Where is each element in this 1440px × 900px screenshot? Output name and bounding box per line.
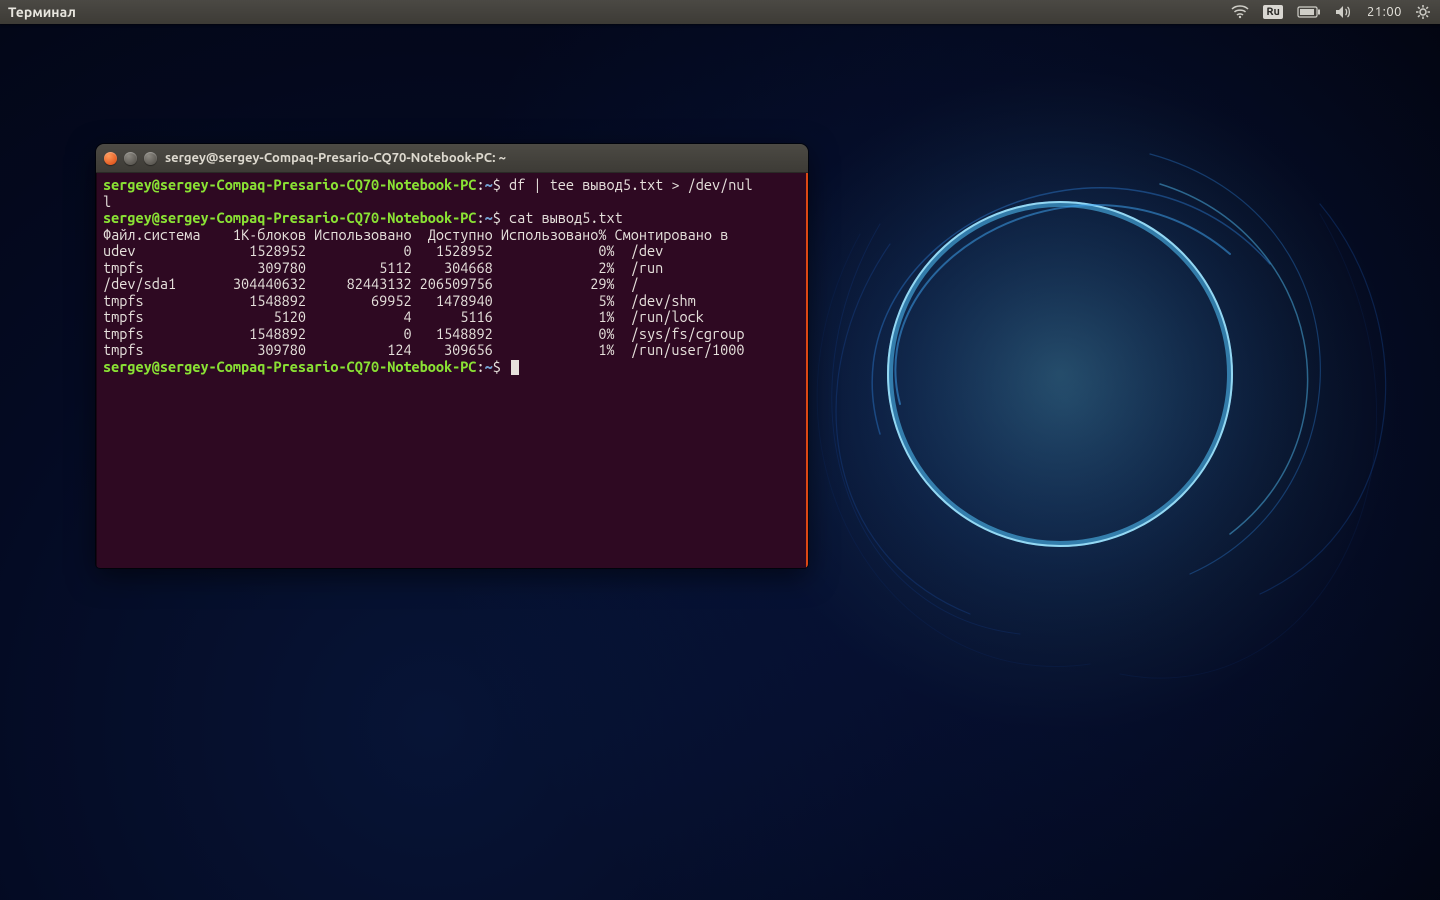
terminal-titlebar[interactable]: sergey@sergey-Compaq-Presario-CQ70-Noteb…	[96, 144, 808, 173]
terminal-cursor	[511, 360, 519, 375]
wallpaper-swirl	[760, 74, 1410, 724]
terminal-output[interactable]: sergey@sergey-Compaq-Presario-CQ70-Noteb…	[96, 173, 808, 568]
terminal-title: sergey@sergey-Compaq-Presario-CQ70-Noteb…	[165, 151, 506, 165]
gear-icon[interactable]	[1416, 0, 1430, 24]
volume-icon[interactable]	[1335, 0, 1353, 24]
window-maximize-button[interactable]	[144, 152, 157, 165]
window-minimize-button[interactable]	[124, 152, 137, 165]
top-panel: Терминал Ru 21:00	[0, 0, 1440, 24]
window-close-button[interactable]	[104, 152, 117, 165]
wifi-icon[interactable]	[1231, 0, 1249, 24]
keyboard-layout-indicator[interactable]: Ru	[1263, 5, 1283, 19]
desktop-background: sergey@sergey-Compaq-Presario-CQ70-Noteb…	[0, 24, 1440, 900]
battery-icon[interactable]	[1297, 0, 1321, 24]
panel-app-name[interactable]: Терминал	[0, 4, 76, 20]
clock[interactable]: 21:00	[1367, 5, 1402, 19]
terminal-window[interactable]: sergey@sergey-Compaq-Presario-CQ70-Noteb…	[96, 144, 808, 568]
